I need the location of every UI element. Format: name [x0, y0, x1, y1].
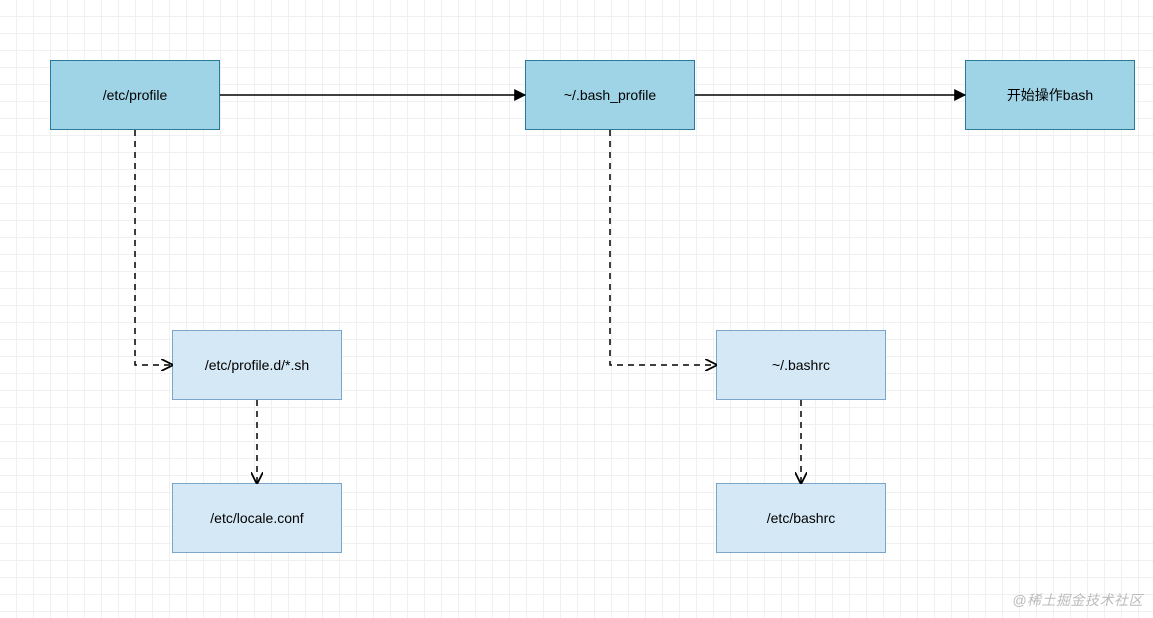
node-start-bash: 开始操作bash [965, 60, 1135, 130]
node-profile-d: /etc/profile.d/*.sh [172, 330, 342, 400]
node-label: ~/.bash_profile [564, 87, 656, 103]
node-locale-conf: /etc/locale.conf [172, 483, 342, 553]
node-bash-profile: ~/.bash_profile [525, 60, 695, 130]
edge-bashprofile-to-bashrchome [610, 130, 716, 365]
node-bashrc-home: ~/.bashrc [716, 330, 886, 400]
node-label: 开始操作bash [1007, 85, 1093, 105]
node-label: /etc/profile [103, 87, 168, 103]
node-etc-bashrc: /etc/bashrc [716, 483, 886, 553]
node-etc-profile: /etc/profile [50, 60, 220, 130]
node-label: /etc/locale.conf [210, 510, 303, 526]
node-label: /etc/bashrc [767, 510, 835, 526]
watermark: @稀土掘金技术社区 [1012, 590, 1143, 610]
node-label: /etc/profile.d/*.sh [205, 357, 309, 373]
edge-etcprofile-to-profiled [135, 130, 172, 365]
node-label: ~/.bashrc [772, 357, 830, 373]
